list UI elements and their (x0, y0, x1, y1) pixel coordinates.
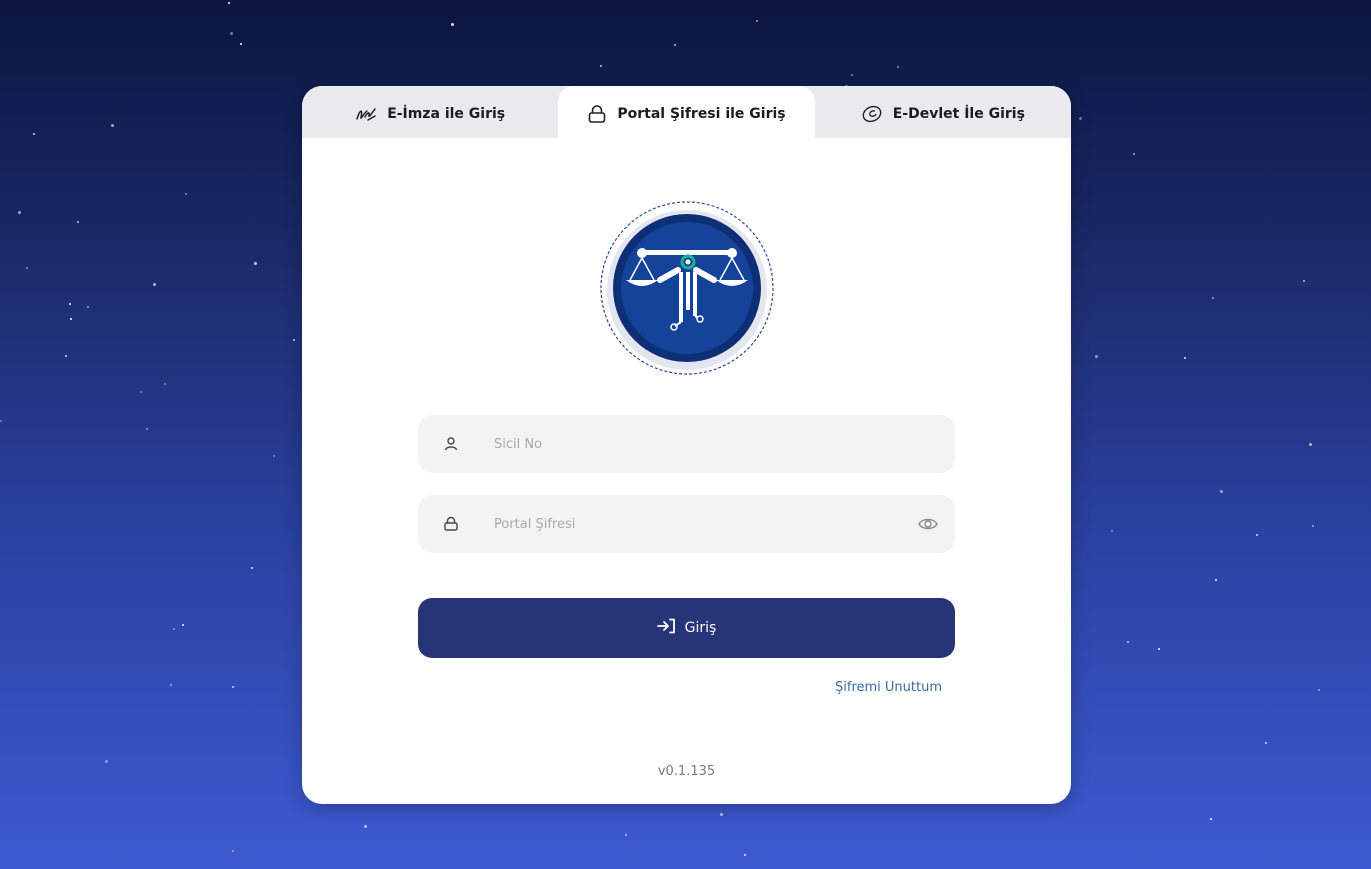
star (744, 854, 746, 856)
login-button-label: Giriş (684, 620, 717, 636)
tab-e-imza[interactable]: E-İmza ile Giriş (302, 86, 558, 138)
star (65, 355, 67, 357)
star (26, 267, 28, 269)
star (1220, 490, 1223, 493)
star (173, 628, 175, 630)
star (1210, 818, 1212, 820)
tab-label: E-İmza ile Giriş (387, 106, 506, 122)
star (232, 850, 234, 852)
star (364, 825, 367, 828)
star (70, 318, 72, 320)
star (1256, 534, 1258, 536)
star (140, 391, 142, 393)
signature-icon (355, 105, 377, 123)
tab-label: E-Devlet İle Giriş (892, 106, 1025, 122)
version-label: v0.1.135 (657, 764, 716, 779)
edevlet-icon (861, 104, 883, 124)
star (1133, 153, 1135, 155)
star (674, 44, 676, 46)
star (240, 43, 242, 45)
star (87, 306, 89, 308)
star (230, 32, 233, 35)
login-card: E-İmza ile Giriş Portal Şifresi ile Giri… (302, 86, 1071, 804)
portal-logo (582, 200, 792, 376)
star (851, 74, 853, 76)
star (756, 20, 758, 22)
star (105, 760, 108, 763)
star (1079, 117, 1082, 120)
star (1095, 355, 1098, 358)
sign-in-icon (656, 618, 677, 638)
star (254, 262, 257, 265)
user-icon (442, 435, 460, 453)
star (1312, 525, 1314, 527)
star (232, 686, 234, 688)
star (1111, 530, 1113, 532)
star (0, 420, 2, 422)
login-tabs: E-İmza ile Giriş Portal Şifresi ile Giri… (302, 86, 1071, 138)
star (228, 2, 230, 4)
star (170, 684, 172, 686)
star (1158, 648, 1160, 650)
star (1212, 297, 1214, 299)
star (182, 624, 184, 626)
sicil-no-input[interactable] (492, 425, 896, 463)
star (164, 383, 166, 385)
portal-sifresi-input[interactable] (492, 505, 896, 543)
password-field (418, 495, 955, 553)
tab-label: Portal Şifresi ile Giriş (617, 106, 786, 122)
star (69, 303, 71, 305)
star (1303, 280, 1305, 282)
lock-icon (442, 515, 460, 533)
star (720, 813, 723, 816)
star (251, 567, 253, 569)
star (625, 834, 627, 836)
star (185, 193, 187, 195)
star (293, 339, 295, 341)
star (111, 124, 114, 127)
lock-icon (587, 104, 607, 124)
eye-icon[interactable] (917, 515, 939, 533)
star (1309, 443, 1312, 446)
star (600, 65, 602, 67)
username-field (418, 415, 955, 473)
star (77, 221, 79, 223)
forgot-password-link[interactable]: Şifremi Unuttum (835, 680, 942, 695)
star (451, 23, 454, 26)
star (153, 283, 156, 286)
star (1318, 689, 1320, 691)
star (273, 455, 275, 457)
star (1184, 357, 1186, 359)
star (1127, 641, 1129, 643)
star (33, 133, 35, 135)
star (897, 66, 899, 68)
star (1215, 579, 1217, 581)
star (18, 211, 21, 214)
login-button[interactable]: Giriş (418, 598, 955, 658)
star (1265, 742, 1267, 744)
star (146, 428, 148, 430)
tab-e-devlet[interactable]: E-Devlet İle Giriş (815, 86, 1071, 138)
tab-portal-sifresi[interactable]: Portal Şifresi ile Giriş (558, 86, 815, 138)
